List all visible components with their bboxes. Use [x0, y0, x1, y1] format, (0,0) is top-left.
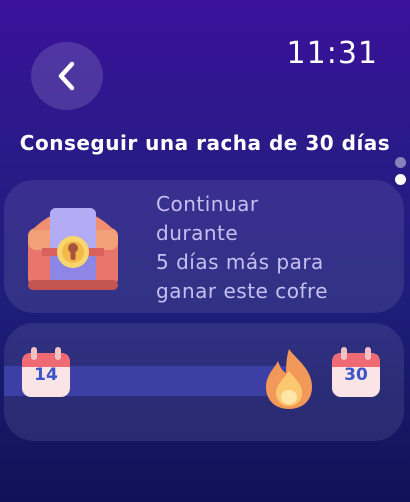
page-dot-2: [395, 174, 406, 185]
reward-line-2: durante: [156, 221, 239, 245]
back-button[interactable]: [31, 42, 103, 110]
page-indicator: [395, 157, 406, 191]
reward-description: Continuar durante 5 días más para ganar …: [156, 190, 392, 306]
reward-line-4: ganar este cofre: [156, 279, 329, 303]
start-calendar: 14: [18, 345, 74, 401]
page-dot-1: [395, 157, 406, 168]
chevron-left-icon: [58, 61, 75, 91]
clock: 11:31: [286, 36, 378, 71]
start-day: 14: [34, 365, 58, 385]
reward-line-3: 5 días más para: [156, 250, 324, 274]
end-calendar: 30: [328, 345, 384, 401]
reward-card: Continuar durante 5 días más para ganar …: [4, 180, 404, 313]
end-day: 30: [344, 365, 368, 385]
flame-icon: [266, 349, 312, 409]
streak-progress-card: 14 30: [4, 323, 404, 441]
reward-line-1: Continuar: [156, 192, 259, 216]
treasure-chest-icon: [28, 208, 118, 290]
page-title: Conseguir una racha de 30 días: [19, 131, 391, 155]
